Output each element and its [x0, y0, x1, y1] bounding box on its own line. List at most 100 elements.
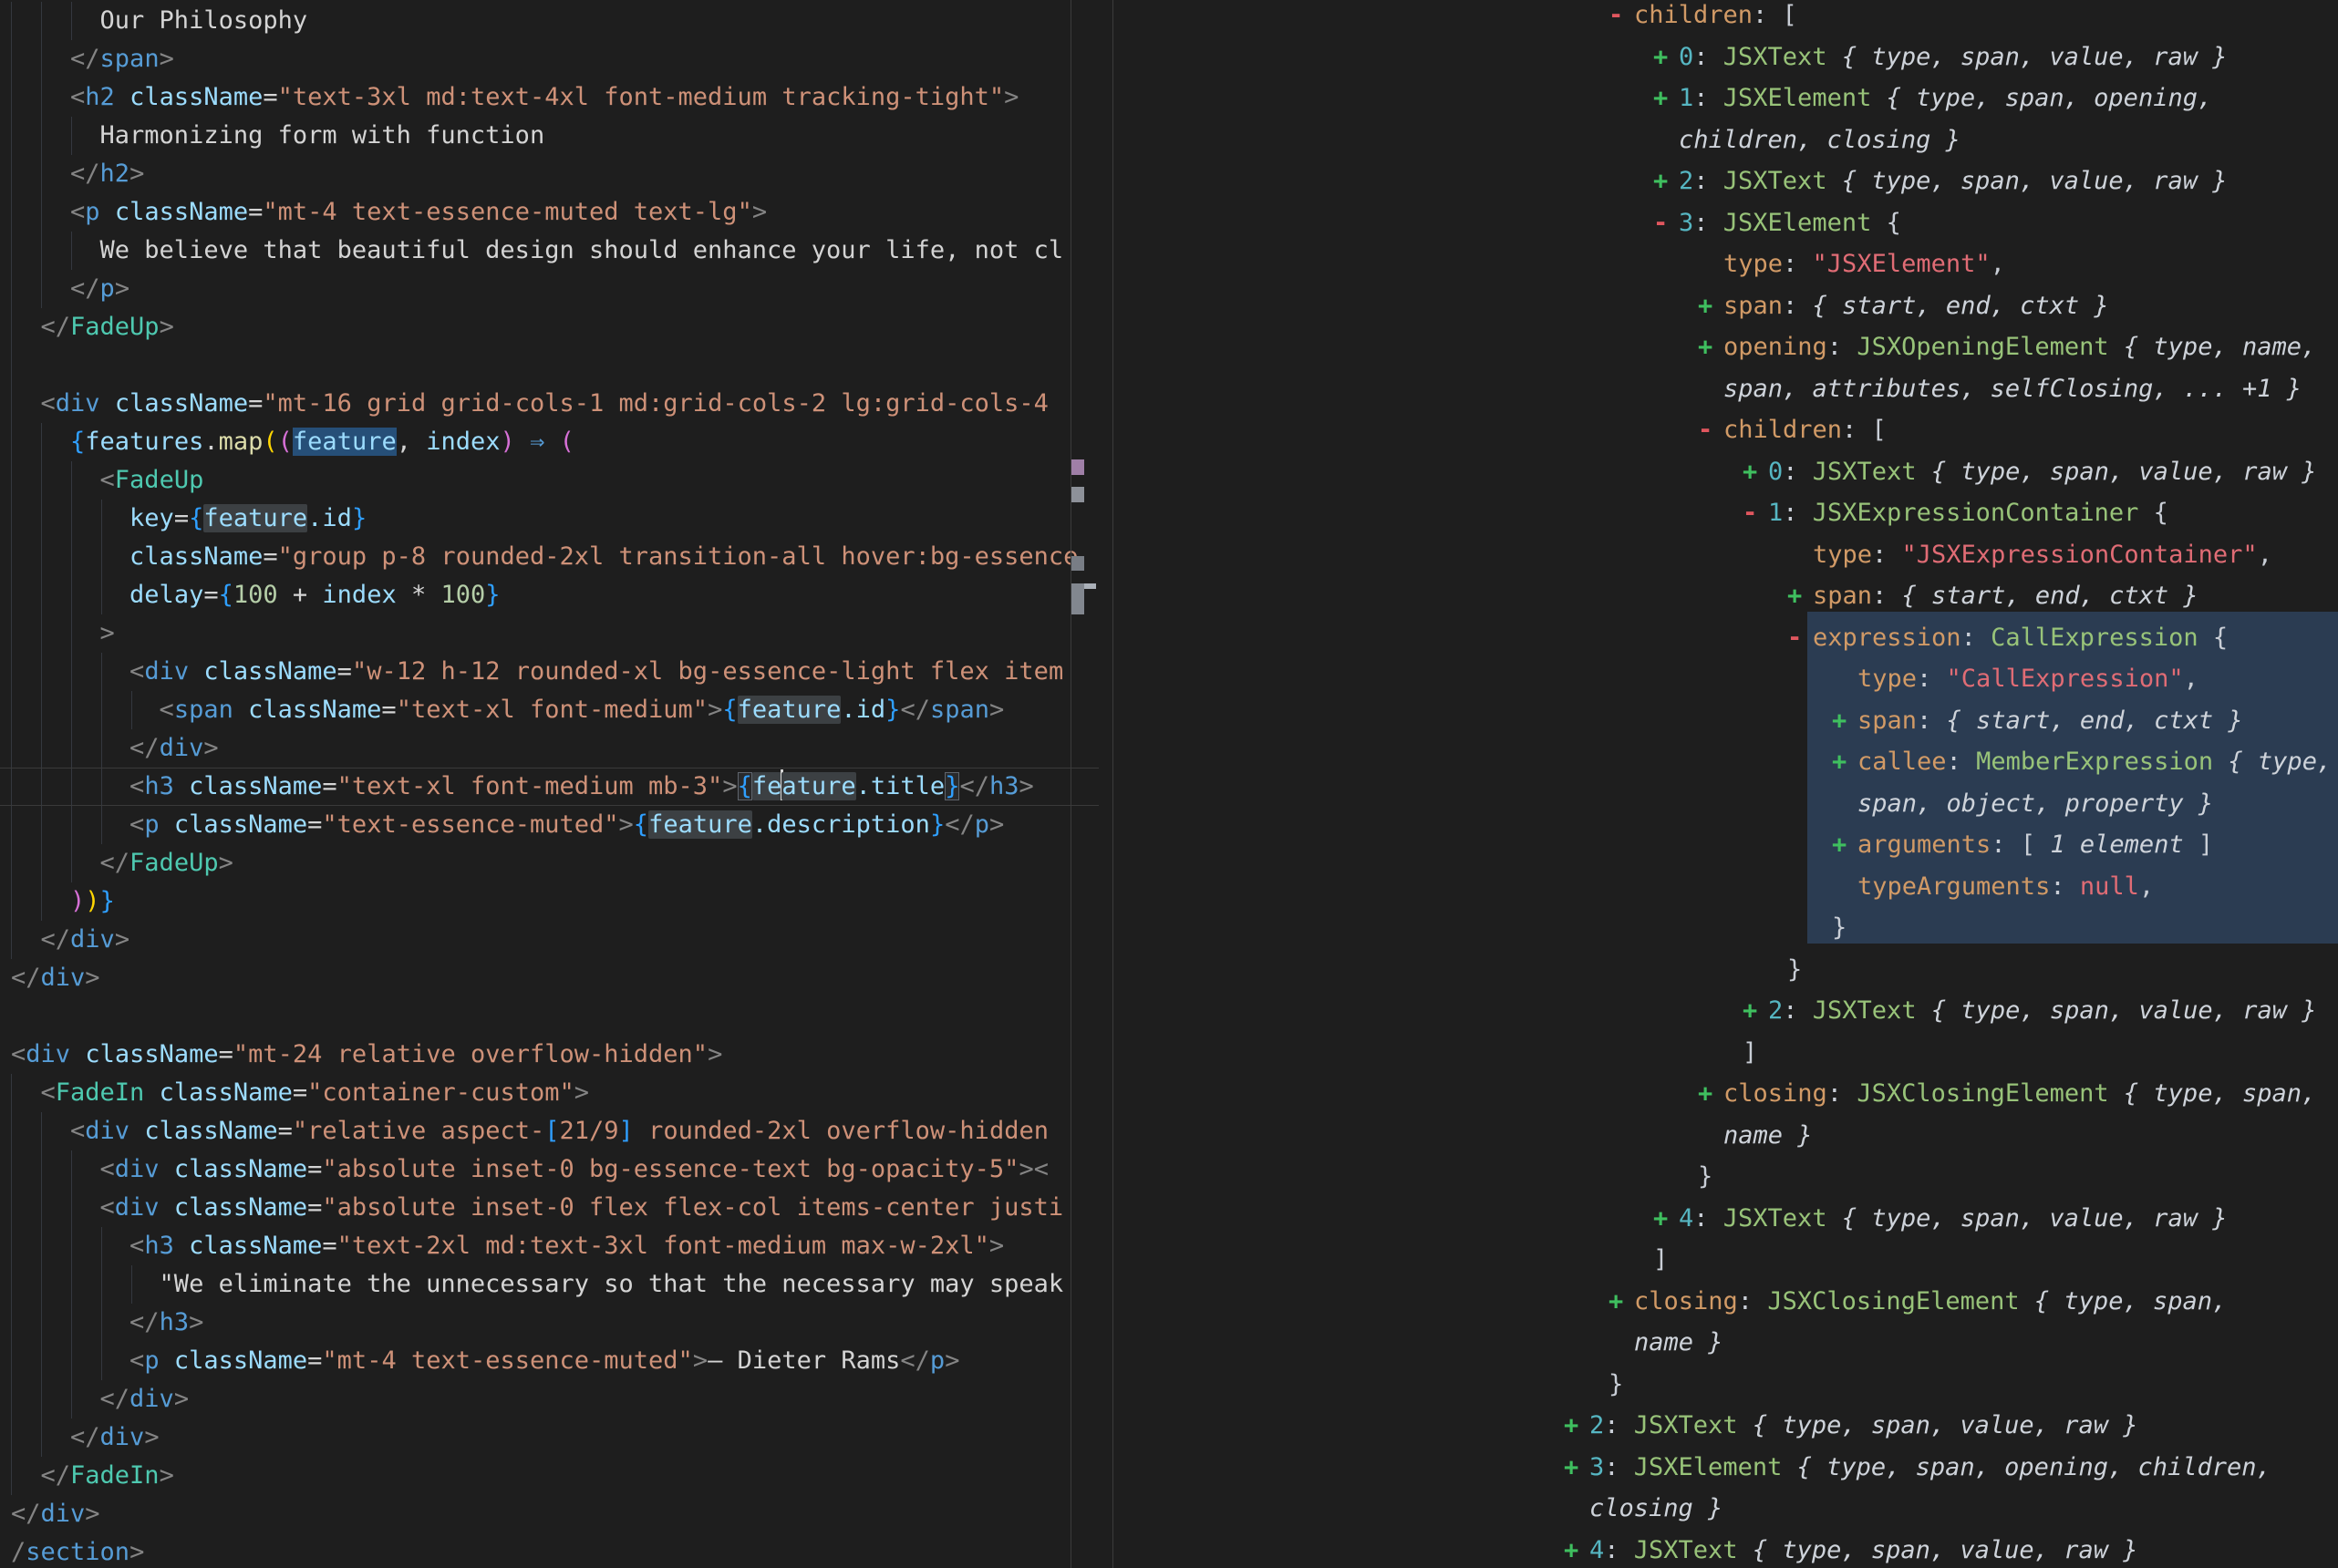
ast-node-type[interactable]: JSXExpressionContainer — [1813, 499, 2139, 527]
code-line[interactable]: <div className="relative aspect-[21/9] r… — [0, 1112, 1099, 1150]
ast-line[interactable]: +span: { start, end, ctxt } — [1112, 700, 2338, 742]
ast-line[interactable]: +callee: MemberExpression { type, — [1112, 741, 2338, 783]
code-editor-pane[interactable]: Our Philosophy </span> <h2 className="te… — [0, 0, 1099, 1568]
ast-node-type[interactable]: JSXOpeningElement — [1857, 333, 2108, 361]
ast-line[interactable]: } — [1112, 1364, 2338, 1406]
ast-node-type[interactable]: JSXText — [1634, 1411, 1738, 1439]
ast-line[interactable]: -children: [ — [1112, 0, 2338, 36]
ast-node-type[interactable]: JSXText — [1723, 43, 1827, 71]
expand-toggle-icon[interactable]: + — [1832, 824, 1857, 866]
code-line[interactable]: </div> — [0, 1418, 1099, 1457]
code-line[interactable]: ))} — [0, 882, 1099, 921]
ast-line[interactable]: +2: JSXText { type, span, value, raw } — [1112, 990, 2338, 1032]
expand-toggle-icon[interactable]: + — [1832, 741, 1857, 783]
ast-line[interactable]: name } — [1112, 1322, 2338, 1364]
code-line[interactable]: </h3> — [0, 1304, 1099, 1342]
collapse-toggle-icon[interactable]: - — [1743, 492, 1768, 534]
code-line[interactable]: key={feature.id} — [0, 500, 1099, 538]
code-line[interactable]: <p className="mt-4 text-essence-muted te… — [0, 193, 1099, 232]
ast-node-type[interactable]: JSXElement — [1723, 84, 1872, 112]
code-line[interactable]: <h2 className="text-3xl md:text-4xl font… — [0, 78, 1099, 117]
code-line[interactable]: </div> — [0, 921, 1099, 959]
ast-node-type[interactable]: MemberExpression — [1976, 748, 2213, 776]
expand-toggle-icon[interactable]: + — [1743, 451, 1768, 493]
code-line[interactable]: </FadeUp> — [0, 308, 1099, 346]
ast-line[interactable]: children, closing } — [1112, 119, 2338, 161]
code-line[interactable]: </FadeIn> — [0, 1457, 1099, 1495]
ast-line[interactable]: +opening: JSXOpeningElement { type, name… — [1112, 326, 2338, 368]
ast-line[interactable]: +2: JSXText { type, span, value, raw } — [1112, 160, 2338, 202]
code-line[interactable]: </div> — [0, 1380, 1099, 1418]
ast-line[interactable]: -3: JSXElement { — [1112, 202, 2338, 244]
ast-line[interactable]: +arguments: [ 1 element ] — [1112, 824, 2338, 866]
collapse-toggle-icon[interactable]: - — [1609, 0, 1634, 36]
code-line[interactable]: delay={100 + index * 100} — [0, 576, 1099, 614]
code-line[interactable]: <FadeUp — [0, 461, 1099, 500]
code-line[interactable]: Our Philosophy — [0, 2, 1099, 40]
code-line[interactable] — [0, 997, 1099, 1036]
ast-line[interactable]: +3: JSXElement { type, span, opening, ch… — [1112, 1447, 2338, 1489]
expand-toggle-icon[interactable]: + — [1698, 1073, 1723, 1115]
ast-line[interactable]: typeArguments: null, — [1112, 866, 2338, 908]
expand-toggle-icon[interactable]: + — [1653, 77, 1679, 119]
ast-line[interactable]: type: "JSXExpressionContainer", — [1112, 534, 2338, 576]
code-line[interactable]: </h2> — [0, 155, 1099, 193]
collapse-toggle-icon[interactable]: - — [1698, 409, 1723, 451]
ast-line[interactable]: +0: JSXText { type, span, value, raw } — [1112, 36, 2338, 78]
expand-toggle-icon[interactable]: + — [1564, 1447, 1589, 1489]
ast-line[interactable]: -children: [ — [1112, 409, 2338, 451]
code-line[interactable]: > — [0, 614, 1099, 653]
ast-line[interactable]: } — [1112, 1156, 2338, 1198]
code-line[interactable]: {features.map((feature, index) ⇒ ( — [0, 423, 1099, 461]
ast-node-type[interactable]: JSXText — [1723, 167, 1827, 195]
code-line[interactable]: </div> — [0, 959, 1099, 997]
code-line-current[interactable]: <h3 className="text-xl font-medium mb-3"… — [0, 768, 1099, 806]
ast-tree-pane[interactable]: -children: [+0: JSXText { type, span, va… — [1112, 0, 2338, 1568]
ast-node-type[interactable]: JSXText — [1813, 996, 1917, 1025]
ast-line[interactable]: type: "CallExpression", — [1112, 658, 2338, 700]
code-line[interactable]: </div> — [0, 729, 1099, 768]
ast-node-type[interactable]: JSXText — [1723, 1204, 1827, 1233]
ast-line[interactable]: ] — [1112, 1239, 2338, 1281]
code-line[interactable]: <p className="mt-4 text-essence-muted">—… — [0, 1342, 1099, 1380]
code-line[interactable]: </div> — [0, 1495, 1099, 1533]
expand-toggle-icon[interactable]: + — [1653, 36, 1679, 78]
code-line[interactable]: /section> — [0, 1533, 1099, 1568]
ast-line[interactable]: type: "JSXElement", — [1112, 243, 2338, 285]
ast-line[interactable]: closing } — [1112, 1488, 2338, 1530]
ast-line[interactable]: +1: JSXElement { type, span, opening, — [1112, 77, 2338, 119]
expand-toggle-icon[interactable]: + — [1653, 160, 1679, 202]
expand-toggle-icon[interactable]: + — [1832, 700, 1857, 742]
code-line[interactable]: </span> — [0, 40, 1099, 78]
code-line[interactable]: We believe that beautiful design should … — [0, 232, 1099, 270]
ast-node-type[interactable]: JSXElement — [1723, 209, 1872, 237]
ast-line[interactable]: ] — [1112, 1032, 2338, 1074]
expand-toggle-icon[interactable]: + — [1698, 285, 1723, 327]
code-line[interactable]: <h3 className="text-2xl md:text-3xl font… — [0, 1227, 1099, 1265]
ast-line[interactable]: -1: JSXExpressionContainer { — [1112, 492, 2338, 534]
code-line[interactable]: <div className="w-12 h-12 rounded-xl bg-… — [0, 653, 1099, 691]
ast-line[interactable]: } — [1112, 907, 2338, 949]
code-line[interactable]: <div className="mt-16 grid grid-cols-1 m… — [0, 385, 1099, 423]
ast-line[interactable]: } — [1112, 949, 2338, 991]
ast-line[interactable]: +0: JSXText { type, span, value, raw } — [1112, 451, 2338, 493]
expand-toggle-icon[interactable]: + — [1653, 1198, 1679, 1240]
expand-toggle-icon[interactable]: + — [1609, 1281, 1634, 1323]
code-line[interactable]: <div className="absolute inset-0 bg-esse… — [0, 1150, 1099, 1189]
code-line[interactable] — [0, 346, 1099, 385]
collapse-toggle-icon[interactable]: - — [1787, 617, 1813, 659]
ast-line[interactable]: +4: JSXText { type, span, value, raw } — [1112, 1530, 2338, 1568]
code-line[interactable]: <p className="text-essence-muted">{featu… — [0, 806, 1099, 844]
ast-line[interactable]: name } — [1112, 1115, 2338, 1157]
ast-line[interactable]: +closing: JSXClosingElement { type, span… — [1112, 1073, 2338, 1115]
ast-line[interactable]: +span: { start, end, ctxt } — [1112, 285, 2338, 327]
ast-line[interactable]: -expression: CallExpression { — [1112, 617, 2338, 659]
code-line[interactable]: <FadeIn className="container-custom"> — [0, 1074, 1099, 1112]
code-line[interactable]: <span className="text-xl font-medium">{f… — [0, 691, 1099, 729]
ast-node-type[interactable]: JSXElement — [1634, 1453, 1783, 1481]
collapse-toggle-icon[interactable]: - — [1653, 202, 1679, 244]
ast-line[interactable]: +2: JSXText { type, span, value, raw } — [1112, 1405, 2338, 1447]
ast-line[interactable]: span, attributes, selfClosing, ... +1 } — [1112, 368, 2338, 410]
code-line[interactable]: <div className="absolute inset-0 flex fl… — [0, 1189, 1099, 1227]
ast-line[interactable]: span, object, property } — [1112, 783, 2338, 825]
